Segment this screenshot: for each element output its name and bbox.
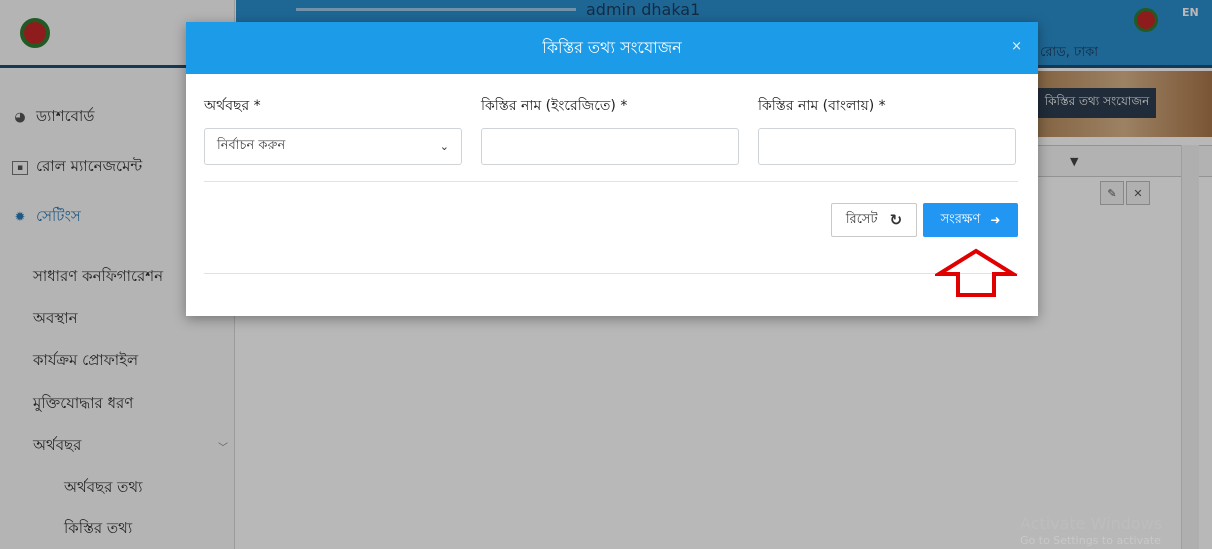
arrow-right-icon: ➜	[990, 213, 1001, 227]
form-row: অর্থবছর * নির্বাচন করুন ⌄ কিস্তির নাম (ই…	[186, 74, 1038, 165]
fiscal-year-label: অর্থবছর *	[204, 98, 261, 114]
close-button[interactable]: ×	[1011, 39, 1022, 54]
windows-activation-title: Activate Windows	[1020, 514, 1163, 533]
chevron-down-icon: ⌄	[439, 140, 449, 153]
refresh-icon: ↻	[889, 211, 903, 229]
installment-name-en-label: কিস্তির নাম (ইংরেজিতে) *	[481, 98, 628, 114]
save-label: সংরক্ষণ	[940, 211, 981, 227]
windows-activation-text: Go to Settings to activate Windows.	[1020, 534, 1161, 549]
installment-name-bn-group: কিস্তির নাম (বাংলায়) *	[758, 94, 1016, 165]
installment-name-en-wrapper	[481, 128, 739, 165]
fiscal-year-selected: নির্বাচন করুন	[217, 138, 286, 153]
save-button[interactable]: সংরক্ষণ ➜	[923, 203, 1018, 237]
installment-name-en-input[interactable]	[494, 139, 726, 154]
add-installment-modal: কিস্তির তথ্য সংযোজন × অর্থবছর * নির্বাচন…	[186, 22, 1038, 316]
installment-name-en-group: কিস্তির নাম (ইংরেজিতে) *	[481, 94, 739, 165]
reset-label: রিসেট	[845, 211, 878, 227]
annotation-arrow-icon	[935, 248, 1017, 297]
footer-divider	[204, 273, 1018, 274]
fiscal-year-select[interactable]: নির্বাচন করুন ⌄	[204, 128, 462, 165]
reset-button[interactable]: রিসেট ↻	[831, 203, 917, 237]
fiscal-year-group: অর্থবছর * নির্বাচন করুন ⌄	[204, 94, 462, 165]
installment-name-bn-label: কিস্তির নাম (বাংলায়) *	[758, 98, 886, 114]
modal-header: কিস্তির তথ্য সংযোজন ×	[186, 22, 1038, 74]
installment-name-bn-input[interactable]	[771, 139, 1003, 154]
modal-title: কিস্তির তথ্য সংযোজন	[542, 37, 682, 57]
form-divider	[204, 181, 1018, 182]
installment-name-bn-wrapper	[758, 128, 1016, 165]
